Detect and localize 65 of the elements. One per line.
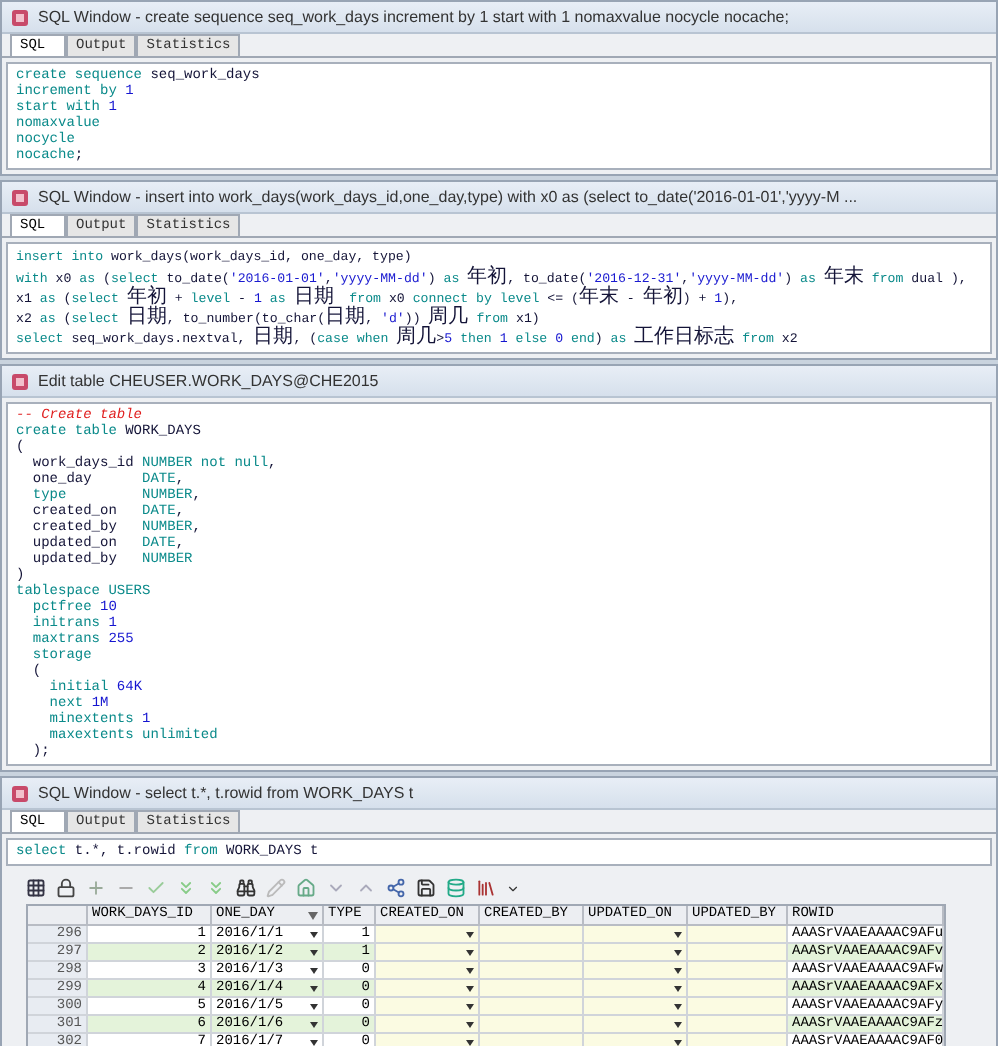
dropdown-arrow-icon[interactable] (310, 931, 318, 937)
window-app-icon (10, 7, 30, 27)
sort-arrow-icon (308, 911, 318, 919)
table-cell (480, 980, 584, 998)
table-cell (688, 980, 788, 998)
window-app-icon (10, 187, 30, 207)
dropdown-arrow-icon[interactable] (310, 1021, 318, 1027)
table-cell (688, 1016, 788, 1034)
window-title: SQL Window - create sequence seq_work_days increment by 1 start with 1 nomaxvalue nocycle nocache; (38, 5, 789, 29)
dropdown-arrow-icon[interactable] (466, 985, 474, 991)
table-cell (688, 962, 788, 980)
date-cell[interactable] (584, 998, 688, 1016)
code-editor[interactable] (6, 242, 992, 354)
dropdown-arrow-icon[interactable] (310, 985, 318, 991)
dropdown-arrow-icon[interactable] (674, 949, 682, 955)
dropdown-arrow-icon[interactable] (674, 1003, 682, 1009)
dropdown-arrow-icon[interactable] (466, 949, 474, 955)
lock-icon[interactable] (56, 878, 76, 898)
date-cell[interactable] (584, 944, 688, 962)
window-app-icon (10, 371, 30, 391)
save-icon[interactable] (416, 878, 436, 898)
dropdown-arrow-icon[interactable] (674, 1021, 682, 1027)
date-cell[interactable] (584, 1016, 688, 1034)
dropdown-arrow-icon[interactable] (674, 1039, 682, 1045)
date-cell[interactable] (376, 1016, 480, 1034)
dropdown-arrow-icon[interactable] (310, 949, 318, 955)
date-cell[interactable] (584, 926, 688, 944)
dropdown-arrow-icon[interactable] (310, 967, 318, 973)
window-title: SQL Window - select t.*, t.rowid from WORK_DAYS t (38, 781, 414, 805)
dropdown-arrow-icon[interactable] (674, 931, 682, 937)
row-number-header (28, 906, 88, 926)
table-cell (688, 944, 788, 962)
date-cell[interactable] (584, 962, 688, 980)
table-cell (480, 944, 584, 962)
dropdown-arrow-icon[interactable] (310, 1003, 318, 1009)
table-cell (480, 926, 584, 944)
dropdown-arrow-icon[interactable] (466, 1003, 474, 1009)
table-cell (480, 1016, 584, 1034)
dropdown-arrow-icon[interactable] (466, 1039, 474, 1045)
date-cell[interactable] (376, 926, 480, 944)
table-cell (480, 962, 584, 980)
dropdown-arrow-icon[interactable] (466, 1021, 474, 1027)
window-title: SQL Window - insert into work_days(work_days_id,one_day,type) with x0 as (select to_date('2016-01-01','yyyy-M ... (38, 185, 858, 209)
window-title: Edit table CHEUSER.WORK_DAYS@CHE2015 (38, 369, 379, 393)
table-cell (688, 926, 788, 944)
date-cell[interactable] (376, 998, 480, 1016)
caret-icon[interactable] (506, 881, 520, 895)
date-cell[interactable] (376, 962, 480, 980)
table-cell (480, 998, 584, 1016)
date-cell[interactable] (376, 980, 480, 998)
date-cell[interactable] (584, 980, 688, 998)
dropdown-arrow-icon[interactable] (674, 985, 682, 991)
grid-icon[interactable] (26, 878, 46, 898)
date-cell[interactable] (376, 944, 480, 962)
table-cell (688, 998, 788, 1016)
books-icon[interactable] (476, 878, 496, 898)
check-icon[interactable] (146, 878, 166, 898)
binoculars-icon[interactable] (236, 878, 256, 898)
dropdown-arrow-icon[interactable] (674, 967, 682, 973)
network-icon[interactable] (386, 878, 406, 898)
dropdown-arrow-icon[interactable] (466, 967, 474, 973)
dropdown-arrow-icon[interactable] (466, 931, 474, 937)
window-app-icon (10, 783, 30, 803)
database-icon[interactable] (446, 878, 466, 898)
dropdown-arrow-icon[interactable] (310, 1039, 318, 1045)
